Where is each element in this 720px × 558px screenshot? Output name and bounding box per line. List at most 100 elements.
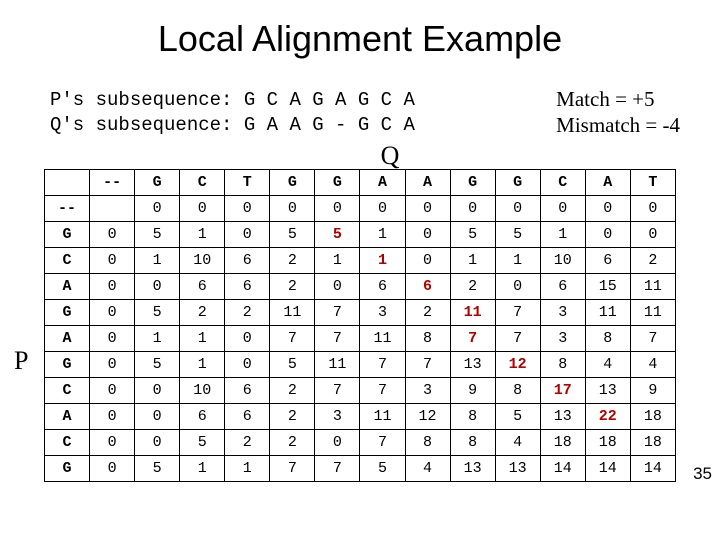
cell: 14 [585,456,630,482]
cell: 0 [495,274,540,300]
cell: 0 [90,352,135,378]
cell: 22 [585,404,630,430]
cell: 8 [585,326,630,352]
p-seq: G C A G A G C A [244,89,415,111]
cell: 2 [225,300,270,326]
col-header: A [585,170,630,196]
cell: 1 [180,456,225,482]
cell: 4 [630,352,675,378]
cell: 4 [585,352,630,378]
cell: 4 [405,456,450,482]
cell: 3 [315,404,360,430]
cell: 6 [225,274,270,300]
q-seq: G A A G - G C A [244,114,415,136]
cell: 6 [225,378,270,404]
cell: 1 [135,326,180,352]
cell: 0 [450,196,495,222]
cell: 0 [630,222,675,248]
cell: 2 [270,248,315,274]
cell: 0 [90,326,135,352]
table-row: C0010627739817139 [45,378,676,404]
cell: 7 [270,326,315,352]
q-seq-label: Q's subsequence: [50,114,244,136]
cell: 0 [225,326,270,352]
cell: 1 [135,248,180,274]
cell: 18 [585,430,630,456]
cell: 18 [630,404,675,430]
cell: 9 [630,378,675,404]
cell: 2 [405,300,450,326]
row-header: A [45,326,90,352]
cell: 0 [90,378,135,404]
cell: 0 [315,430,360,456]
cell: 2 [450,274,495,300]
corner-cell [45,170,90,196]
cell: 10 [180,378,225,404]
cell: 5 [135,352,180,378]
col-header: -- [90,170,135,196]
cell: 0 [90,430,135,456]
col-header: G [495,170,540,196]
cell: 7 [630,326,675,352]
p-axis-label: P [14,346,28,376]
cell: 0 [225,352,270,378]
cell: 0 [135,430,180,456]
cell: 7 [315,326,360,352]
cell: 0 [225,196,270,222]
cell: 7 [360,430,405,456]
col-header: G [315,170,360,196]
row-header: A [45,404,90,430]
cell: 0 [585,196,630,222]
cell: 12 [405,404,450,430]
cell: 13 [450,456,495,482]
cell: 0 [630,196,675,222]
cell: 3 [405,378,450,404]
cell: 11 [450,300,495,326]
cell: 1 [180,352,225,378]
cell: 0 [270,196,315,222]
cell: 1 [225,456,270,482]
cell: 13 [450,352,495,378]
cell: 9 [450,378,495,404]
cell: 14 [630,456,675,482]
cell: 8 [540,352,585,378]
cell: 5 [270,352,315,378]
cell: 0 [90,404,135,430]
cell: 1 [360,222,405,248]
col-header: C [180,170,225,196]
cell: 1 [540,222,585,248]
cell: 1 [450,248,495,274]
table-row: --000000000000 [45,196,676,222]
cell: 0 [360,196,405,222]
cell: 1 [180,222,225,248]
cell: 0 [315,196,360,222]
cell: 0 [90,274,135,300]
cell: 0 [180,196,225,222]
cell: 5 [135,222,180,248]
table-row: G0510511771312844 [45,352,676,378]
table-row: C0052207884181818 [45,430,676,456]
table-row: A006620662061511 [45,274,676,300]
scoring-params: Match = +5 Mismatch = -4 [556,86,680,139]
cell: 2 [270,274,315,300]
row-header: -- [45,196,90,222]
row-header: C [45,430,90,456]
cell: 5 [180,430,225,456]
table-row: A006623111285132218 [45,404,676,430]
row-header: G [45,456,90,482]
col-header: G [270,170,315,196]
col-header: A [360,170,405,196]
cell: 0 [135,378,180,404]
cell: 0 [90,300,135,326]
cell: 6 [225,404,270,430]
cell: 5 [135,456,180,482]
cell: 1 [360,248,405,274]
cell: 2 [180,300,225,326]
cell: 0 [540,196,585,222]
page-number: 35 [693,464,712,484]
cell: 13 [540,404,585,430]
cell: 1 [180,326,225,352]
cell: 8 [405,326,450,352]
row-header: C [45,248,90,274]
cell: 2 [630,248,675,274]
